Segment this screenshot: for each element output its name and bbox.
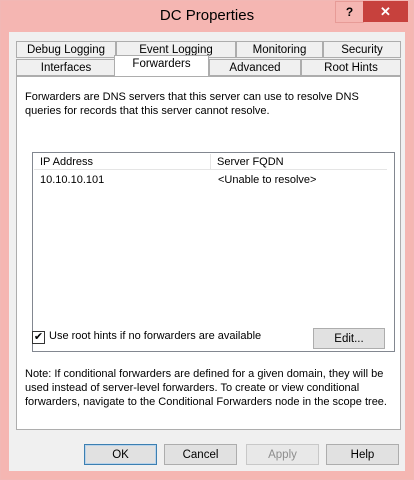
apply-button[interactable]: Apply bbox=[246, 444, 319, 465]
tab-advanced[interactable]: Advanced bbox=[209, 59, 301, 76]
cancel-button[interactable]: Cancel bbox=[164, 444, 237, 465]
close-icon[interactable]: ✕ bbox=[363, 1, 408, 22]
tab-monitoring[interactable]: Monitoring bbox=[236, 41, 323, 58]
tab-forwarders[interactable]: Forwarders bbox=[114, 55, 209, 76]
title-bar[interactable]: DC Properties ? ✕ bbox=[1, 1, 413, 31]
tab-interfaces[interactable]: Interfaces bbox=[16, 59, 116, 76]
tab-security[interactable]: Security bbox=[323, 41, 401, 58]
tab-root-hints[interactable]: Root Hints bbox=[301, 59, 401, 76]
use-root-hints-checkbox[interactable]: ✔ bbox=[32, 331, 45, 344]
ok-button[interactable]: OK bbox=[84, 444, 157, 465]
column-header-ip-address[interactable]: IP Address bbox=[34, 154, 211, 170]
conditional-forwarders-note: Note: If conditional forwarders are defi… bbox=[25, 368, 387, 408]
forwarders-list[interactable]: IP Address Server FQDN 10.10.10.101 <Una… bbox=[32, 152, 395, 352]
tab-debug-logging[interactable]: Debug Logging bbox=[16, 41, 116, 58]
use-root-hints-label: Use root hints if no forwarders are avai… bbox=[49, 330, 262, 342]
dialog-window: DC Properties ? ✕ Debug Logging Event Lo… bbox=[0, 0, 414, 480]
forwarders-description: Forwarders are DNS servers that this ser… bbox=[25, 91, 359, 117]
dialog-client-area: Debug Logging Event Logging Monitoring S… bbox=[9, 32, 405, 471]
help-button[interactable]: Help bbox=[326, 444, 399, 465]
ip-address-cell: 10.10.10.101 bbox=[40, 174, 105, 186]
column-header-server-fqdn[interactable]: Server FQDN bbox=[211, 154, 387, 170]
edit-button[interactable]: Edit... bbox=[313, 328, 385, 349]
help-icon[interactable]: ? bbox=[335, 1, 364, 23]
server-fqdn-cell: <Unable to resolve> bbox=[218, 174, 317, 186]
